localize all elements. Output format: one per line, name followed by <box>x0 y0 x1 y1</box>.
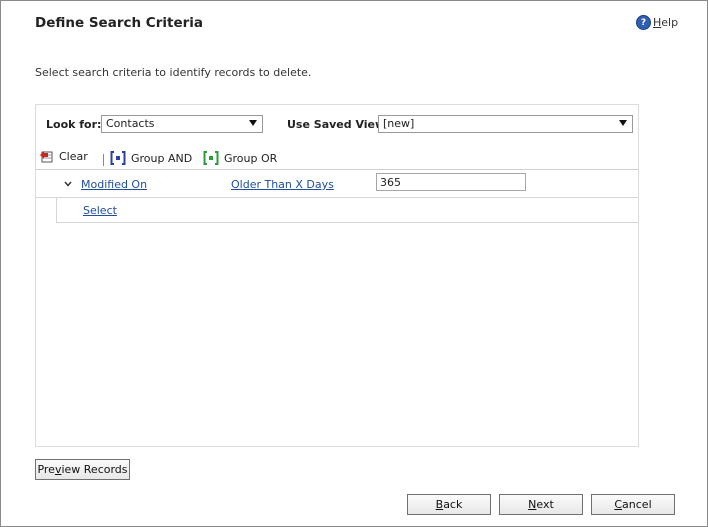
saved-view-select[interactable]: [new] <box>378 115 633 133</box>
clear-icon <box>40 151 53 163</box>
group-and-button[interactable]: Group AND <box>110 150 192 166</box>
condition-row: Modified On Older Than X Days <box>36 171 638 198</box>
condition-field-link[interactable]: Modified On <box>81 178 147 191</box>
look-for-select[interactable]: Contacts <box>101 115 263 133</box>
chevron-down-icon[interactable] <box>63 179 73 189</box>
condition-operator-link[interactable]: Older Than X Days <box>231 178 334 191</box>
cancel-button[interactable]: Cancel <box>591 494 675 515</box>
group-or-button[interactable]: Group OR <box>203 150 277 166</box>
back-button[interactable]: Back <box>407 494 491 515</box>
add-condition-row: Select <box>56 198 638 223</box>
help-label: Help <box>653 16 679 29</box>
help-icon: ? <box>636 15 651 30</box>
dropdown-arrow-icon <box>619 120 627 126</box>
look-for-label: Look for: <box>46 118 102 131</box>
clear-label: Clear <box>59 150 88 163</box>
condition-value-input[interactable] <box>376 173 526 191</box>
help-link[interactable]: ? Help <box>636 15 678 30</box>
instructions-text: Select search criteria to identify recor… <box>35 66 312 79</box>
criteria-panel: Look for: Contacts Use Saved View: [new]… <box>35 104 639 447</box>
criteria-toolbar: Clear Group AND Group OR <box>36 145 638 170</box>
group-and-icon <box>110 151 126 165</box>
group-or-label: Group OR <box>224 151 278 165</box>
toolbar-separator <box>103 154 104 166</box>
group-or-icon <box>203 151 219 165</box>
saved-view-label: Use Saved View: <box>287 118 390 131</box>
look-for-value: Contacts <box>106 117 155 130</box>
dropdown-arrow-icon <box>249 120 257 126</box>
saved-view-value: [new] <box>383 117 415 130</box>
select-field-link[interactable]: Select <box>83 204 117 217</box>
preview-records-button[interactable]: Pre v iew Records <box>35 459 130 480</box>
clear-button[interactable]: Clear <box>39 150 88 163</box>
dialog-window: Define Search Criteria ? Help Select sea… <box>0 0 708 527</box>
group-and-label: Group AND <box>131 151 193 165</box>
dialog-title: Define Search Criteria <box>35 15 203 31</box>
next-button[interactable]: Next <box>499 494 583 515</box>
